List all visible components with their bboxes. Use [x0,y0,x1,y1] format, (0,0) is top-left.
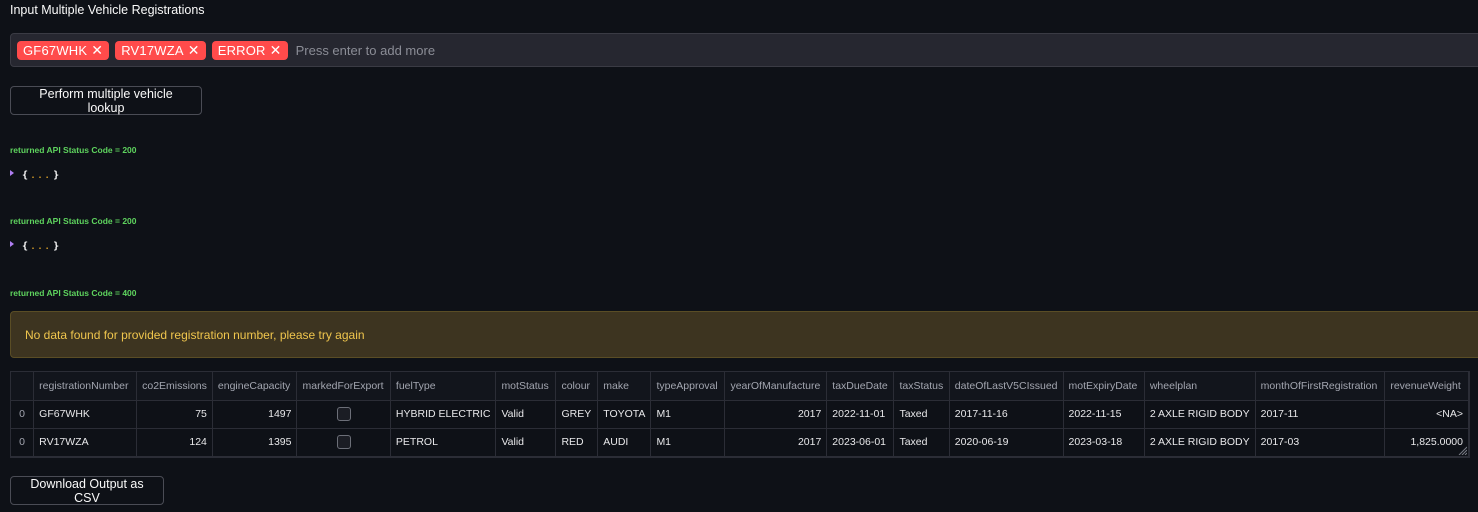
registration-tag-label: RV17WZA [121,42,184,58]
table-cell[interactable]: 2022-11-01 [826,400,895,429]
results-table: registrationNumber co2Emissions engineCa… [11,372,1469,457]
table-cell[interactable]: M1 [650,428,726,457]
table-row: 0 GF67WHK 75 1497 HYBRID ELECTRIC Valid … [11,400,1469,429]
download-csv-button[interactable]: Download Output as CSV [10,476,164,505]
column-header[interactable]: revenueWeight [1384,372,1469,401]
column-header[interactable]: co2Emissions [136,372,213,401]
column-header[interactable]: motExpiryDate [1063,372,1145,401]
json-open-brace: { [22,241,29,252]
json-ellipsis: ... [30,241,52,252]
warning-alert: No data found for provided registration … [10,311,1478,358]
remove-tag-icon[interactable]: ✕ [270,43,282,57]
add-registration-input[interactable] [295,42,696,58]
api-status-text: returned API Status Code = 400 [10,288,137,298]
vehicle-lookup-button[interactable]: Perform multiple vehicle lookup [10,86,202,115]
app-page: Input Multiple Vehicle Registrations GF6… [0,0,1478,512]
column-header[interactable]: colour [555,372,599,401]
json-open-brace: { [22,170,29,181]
json-ellipsis: ... [30,170,52,181]
column-header-index[interactable] [11,372,35,401]
table-cell[interactable]: 124 [136,428,213,457]
remove-tag-icon[interactable]: ✕ [91,43,103,57]
marked-for-export-checkbox[interactable] [336,407,351,421]
column-header[interactable]: engineCapacity [212,372,298,401]
table-cell[interactable]: Valid [495,400,557,429]
json-close-brace: } [53,241,60,252]
json-viewer-collapsed[interactable]: { ... } [10,240,60,252]
table-cell[interactable]: M1 [650,400,726,429]
registration-tag: GF67WHK ✕ [17,40,110,60]
registrations-input-label: Input Multiple Vehicle Registrations [10,3,205,17]
table-cell[interactable]: Valid [495,428,557,457]
table-cell[interactable]: GF67WHK [33,400,138,429]
table-cell[interactable]: GREY [555,400,599,429]
column-header[interactable]: make [597,372,652,401]
table-cell[interactable]: <NA> [1384,400,1469,429]
table-cell[interactable]: 2022-11-15 [1063,400,1145,429]
column-header[interactable]: monthOfFirstRegistration [1255,372,1386,401]
registration-tag: RV17WZA ✕ [115,40,206,60]
api-status-text: returned API Status Code = 200 [10,145,137,155]
table-cell[interactable]: RV17WZA [33,428,138,457]
column-header[interactable]: taxDueDate [826,372,895,401]
table-cell[interactable]: RED [555,428,599,457]
table-cell[interactable]: 2023-03-18 [1063,428,1145,457]
row-index-cell: 0 [11,400,35,429]
table-cell[interactable]: 2017 [724,428,828,457]
api-status-text: returned API Status Code = 200 [10,216,137,226]
column-header[interactable]: typeApproval [650,372,726,401]
table-cell[interactable]: 2 AXLE RIGID BODY [1144,400,1256,429]
column-header[interactable]: markedForExport [296,372,391,401]
resize-handle-icon[interactable] [1458,446,1467,455]
table-cell[interactable]: HYBRID ELECTRIC [390,400,497,429]
table-cell[interactable]: 2020-06-19 [949,428,1064,457]
table-cell[interactable]: 1395 [212,428,298,457]
table-cell[interactable]: AUDI [597,428,652,457]
row-index-cell: 0 [11,428,35,457]
table-cell[interactable]: TOYOTA [597,400,652,429]
table-cell[interactable]: 1,825.0000 [1384,428,1469,457]
remove-tag-icon[interactable]: ✕ [188,43,200,57]
table-row: 0 RV17WZA 124 1395 PETROL Valid RED AUDI… [11,428,1469,457]
table-cell[interactable] [296,400,391,429]
column-header[interactable]: wheelplan [1144,372,1256,401]
table-cell[interactable]: 2017-11 [1255,400,1386,429]
column-header[interactable]: fuelType [390,372,497,401]
table-cell[interactable]: 2 AXLE RIGID BODY [1144,428,1256,457]
table-cell[interactable]: 2017-11-16 [949,400,1064,429]
expand-arrow-icon[interactable] [10,240,14,247]
column-header[interactable]: dateOfLastV5CIssued [949,372,1064,401]
table-cell[interactable]: 2017-03 [1255,428,1386,457]
expand-arrow-icon[interactable] [10,169,14,176]
marked-for-export-checkbox[interactable] [336,435,351,449]
table-cell[interactable] [296,428,391,457]
json-close-brace: } [53,170,60,181]
registration-tag-label: GF67WHK [23,42,88,58]
table-header-row: registrationNumber co2Emissions engineCa… [11,372,1469,401]
column-header[interactable]: taxStatus [893,372,950,401]
json-viewer-collapsed[interactable]: { ... } [10,169,60,181]
table-cell[interactable]: Taxed [893,400,950,429]
table-cell[interactable]: Taxed [893,428,950,457]
column-header[interactable]: yearOfManufacture [724,372,828,401]
table-cell[interactable]: 2017 [724,400,828,429]
registrations-tag-input[interactable]: GF67WHK ✕ RV17WZA ✕ ERROR ✕ [10,33,1478,67]
table-cell[interactable]: PETROL [390,428,497,457]
registration-tag: ERROR ✕ [211,40,288,60]
results-dataframe[interactable]: registrationNumber co2Emissions engineCa… [10,371,1470,458]
table-cell[interactable]: 75 [136,400,213,429]
column-header[interactable]: motStatus [495,372,557,401]
table-cell[interactable]: 2023-06-01 [826,428,895,457]
column-header[interactable]: registrationNumber [33,372,138,401]
registration-tag-label: ERROR [217,42,266,58]
table-cell[interactable]: 1497 [212,400,298,429]
